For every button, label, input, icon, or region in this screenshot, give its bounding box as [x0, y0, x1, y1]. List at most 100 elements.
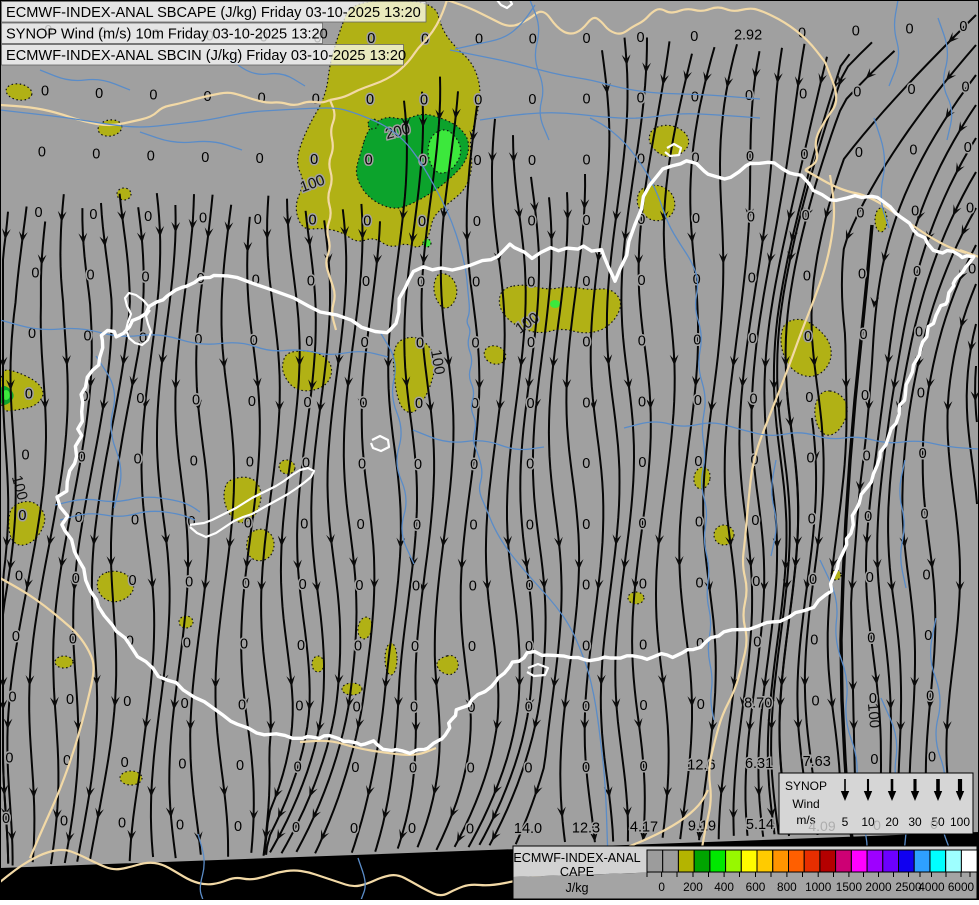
svg-text:30: 30 — [908, 815, 922, 829]
svg-text:0: 0 — [413, 518, 421, 534]
svg-text:0: 0 — [72, 571, 80, 587]
svg-text:0: 0 — [95, 86, 103, 102]
svg-text:0: 0 — [192, 393, 200, 409]
svg-text:0: 0 — [867, 631, 875, 647]
svg-text:0: 0 — [185, 575, 193, 591]
svg-text:0: 0 — [305, 334, 313, 350]
svg-text:4000: 4000 — [918, 880, 945, 894]
svg-text:0: 0 — [297, 638, 305, 654]
svg-text:0: 0 — [748, 270, 756, 286]
svg-text:0: 0 — [353, 699, 361, 715]
svg-text:0: 0 — [911, 203, 919, 219]
svg-text:0: 0 — [639, 637, 647, 653]
svg-text:0: 0 — [966, 201, 974, 217]
svg-text:0: 0 — [35, 205, 43, 221]
svg-text:0: 0 — [128, 573, 136, 589]
svg-text:0: 0 — [60, 813, 68, 829]
svg-text:0: 0 — [470, 457, 478, 473]
svg-text:0: 0 — [361, 335, 369, 351]
svg-text:0: 0 — [696, 575, 704, 591]
svg-text:0: 0 — [640, 759, 648, 775]
svg-text:0: 0 — [582, 699, 590, 715]
svg-text:0: 0 — [915, 325, 923, 341]
svg-text:0: 0 — [181, 696, 189, 712]
svg-text:0: 0 — [354, 639, 362, 655]
svg-text:0: 0 — [810, 633, 818, 649]
svg-text:7.63: 7.63 — [803, 754, 831, 770]
svg-text:0: 0 — [639, 698, 647, 714]
svg-text:0: 0 — [747, 210, 755, 226]
svg-text:0: 0 — [638, 455, 646, 471]
svg-text:0: 0 — [870, 752, 878, 768]
svg-text:8.70: 8.70 — [744, 695, 772, 711]
svg-text:4.17: 4.17 — [630, 820, 658, 836]
svg-text:0: 0 — [417, 275, 425, 291]
svg-text:0: 0 — [582, 395, 590, 411]
svg-text:0: 0 — [25, 387, 33, 403]
svg-text:0: 0 — [144, 209, 152, 225]
svg-text:0: 0 — [2, 811, 10, 827]
svg-text:6.31: 6.31 — [745, 756, 773, 772]
svg-text:0: 0 — [692, 211, 700, 227]
svg-text:0: 0 — [964, 140, 972, 156]
svg-text:0: 0 — [471, 335, 479, 351]
svg-text:0: 0 — [526, 517, 534, 533]
svg-text:0: 0 — [307, 274, 315, 290]
svg-text:0: 0 — [869, 691, 877, 707]
svg-text:0: 0 — [638, 394, 646, 410]
svg-text:0: 0 — [199, 211, 207, 227]
svg-text:0: 0 — [526, 457, 534, 473]
svg-text:14.0: 14.0 — [514, 821, 542, 837]
svg-text:1000: 1000 — [805, 880, 832, 894]
svg-text:0: 0 — [92, 146, 100, 162]
svg-text:0: 0 — [194, 332, 202, 348]
svg-text:0: 0 — [695, 515, 703, 531]
svg-text:1500: 1500 — [836, 880, 863, 894]
svg-text:0: 0 — [123, 694, 131, 710]
svg-text:0: 0 — [808, 511, 816, 527]
svg-text:0: 0 — [149, 88, 157, 104]
svg-text:0: 0 — [15, 569, 23, 585]
svg-text:CAPE: CAPE — [560, 865, 594, 879]
svg-text:0: 0 — [582, 152, 590, 168]
svg-text:0: 0 — [752, 574, 760, 590]
svg-text:0: 0 — [467, 761, 475, 777]
svg-text:0: 0 — [959, 19, 967, 35]
svg-text:0: 0 — [639, 577, 647, 593]
svg-text:0: 0 — [525, 700, 533, 716]
svg-text:0: 0 — [12, 629, 20, 645]
svg-text:200: 200 — [683, 880, 703, 894]
svg-text:0: 0 — [468, 639, 476, 655]
svg-text:0: 0 — [147, 148, 155, 164]
svg-text:0: 0 — [863, 449, 871, 465]
svg-text:0: 0 — [176, 817, 184, 833]
svg-text:0: 0 — [690, 29, 698, 45]
svg-text:0: 0 — [861, 388, 869, 404]
svg-text:20: 20 — [885, 815, 899, 829]
svg-text:0: 0 — [636, 30, 644, 46]
svg-text:0: 0 — [411, 639, 419, 655]
svg-text:0: 0 — [907, 82, 915, 98]
svg-text:0: 0 — [527, 396, 535, 412]
svg-text:0: 0 — [694, 393, 702, 409]
svg-text:0: 0 — [295, 699, 303, 715]
svg-text:0: 0 — [582, 517, 590, 533]
svg-text:0: 0 — [9, 690, 17, 706]
svg-text:0: 0 — [922, 567, 930, 583]
svg-text:0: 0 — [864, 509, 872, 525]
svg-text:0: 0 — [917, 385, 925, 401]
svg-text:0: 0 — [355, 578, 363, 594]
svg-text:0: 0 — [351, 760, 359, 776]
svg-text:0: 0 — [691, 90, 699, 106]
svg-text:0: 0 — [242, 576, 250, 592]
svg-text:0: 0 — [582, 335, 590, 351]
svg-text:0: 0 — [855, 145, 863, 161]
svg-text:0: 0 — [928, 749, 936, 765]
svg-text:0: 0 — [357, 517, 365, 533]
svg-text:0: 0 — [527, 274, 535, 290]
svg-text:0: 0 — [804, 329, 812, 345]
svg-text:0: 0 — [418, 214, 426, 230]
svg-text:0: 0 — [582, 213, 590, 229]
svg-text:0: 0 — [415, 396, 423, 412]
svg-text:4.09: 4.09 — [808, 818, 835, 834]
